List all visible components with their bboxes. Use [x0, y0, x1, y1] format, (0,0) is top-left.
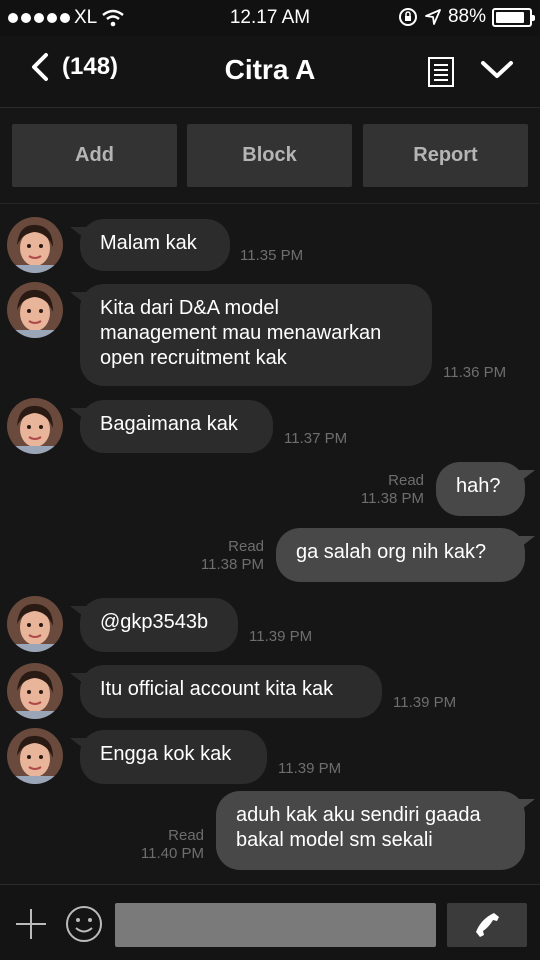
message-time: 11.36 PM [443, 364, 507, 381]
message-text: aduh kak aku sendiri gaada [236, 804, 481, 826]
bubble-tail [70, 292, 88, 306]
avatar[interactable] [7, 728, 63, 784]
message-text: Engga kok kak [100, 743, 232, 765]
message-time: 11.35 PM [240, 247, 304, 264]
read-receipt: Read [228, 538, 264, 555]
block-button[interactable]: Block [187, 124, 352, 187]
message-input[interactable] [115, 903, 436, 947]
page-title: Citra A [224, 54, 316, 85]
avatar[interactable] [7, 398, 63, 454]
chevron-down-icon[interactable] [480, 58, 514, 87]
incoming-message[interactable]: Malam kak [80, 219, 230, 271]
call-button[interactable] [447, 903, 527, 947]
message-time: 11.38 PM [200, 556, 264, 573]
message-time: 11.37 PM [284, 430, 348, 447]
avatar[interactable] [7, 282, 63, 338]
incoming-message[interactable]: Kita dari D&A model management mau menawa… [80, 284, 432, 386]
bubble-tail [517, 536, 535, 550]
status-right: 88% [398, 6, 535, 28]
bubble-tail [517, 799, 535, 813]
message-time: 11.38 PM [360, 490, 424, 507]
message-text: Malam kak [100, 232, 197, 254]
message-text: @gkp3543b [100, 611, 209, 633]
message-text: Kita dari D&A model [100, 297, 279, 319]
read-receipt: Read [388, 472, 424, 489]
message-time: 11.39 PM [249, 628, 313, 645]
report-button[interactable]: Report [363, 124, 528, 187]
message-text: management mau menawarkan [100, 322, 382, 344]
outgoing-message[interactable]: ga salah org nih kak? [276, 528, 525, 582]
message-time: 11.39 PM [393, 694, 457, 711]
composer-bar [0, 884, 540, 960]
bubble-tail [70, 227, 88, 241]
avatar[interactable] [7, 217, 63, 273]
bubble-tail [70, 606, 88, 620]
incoming-message[interactable]: @gkp3543b [80, 598, 238, 652]
rotation-lock-icon [398, 8, 417, 26]
add-button[interactable]: Add [12, 124, 177, 187]
chat-header: (148) Citra A [0, 36, 540, 108]
message-text: Itu official account kita kak [100, 678, 334, 700]
read-receipt: Read [168, 827, 204, 844]
bubble-tail [70, 408, 88, 422]
battery-icon [492, 7, 535, 27]
phone-icon [476, 913, 499, 937]
message-text: ga salah org nih kak? [296, 541, 487, 563]
battery-percent: 88% [447, 6, 486, 27]
incoming-message[interactable]: Engga kok kak [80, 730, 267, 784]
message-time: 11.40 PM [140, 845, 204, 862]
message-text: open recruitment kak [100, 347, 287, 369]
note-icon[interactable] [427, 56, 455, 93]
plus-icon[interactable] [14, 907, 48, 946]
incoming-message[interactable]: Itu official account kita kak [80, 665, 382, 718]
emoji-icon[interactable] [64, 904, 104, 949]
bubble-tail [70, 673, 88, 687]
outgoing-message[interactable]: hah? [436, 462, 525, 516]
avatar[interactable] [7, 663, 63, 719]
location-icon [425, 9, 441, 25]
message-meta: Read 11.38 PM [201, 538, 264, 574]
message-text: hah? [456, 475, 501, 497]
avatar[interactable] [7, 596, 63, 652]
outgoing-message[interactable]: aduh kak aku sendiri gaada bakal model sm… [216, 791, 525, 870]
message-meta: Read 11.40 PM [141, 827, 204, 863]
contact-actions: Add Block Report [0, 108, 540, 204]
status-bar: XL 12.17 AM 88% [0, 0, 540, 36]
incoming-message[interactable]: Bagaimana kak [80, 400, 273, 453]
bubble-tail [70, 738, 88, 752]
message-text: bakal model sm sekali [236, 829, 433, 851]
message-text: Bagaimana kak [100, 413, 238, 435]
message-meta: Read 11.38 PM [361, 472, 424, 508]
message-time: 11.39 PM [278, 760, 342, 777]
bubble-tail [517, 470, 535, 484]
